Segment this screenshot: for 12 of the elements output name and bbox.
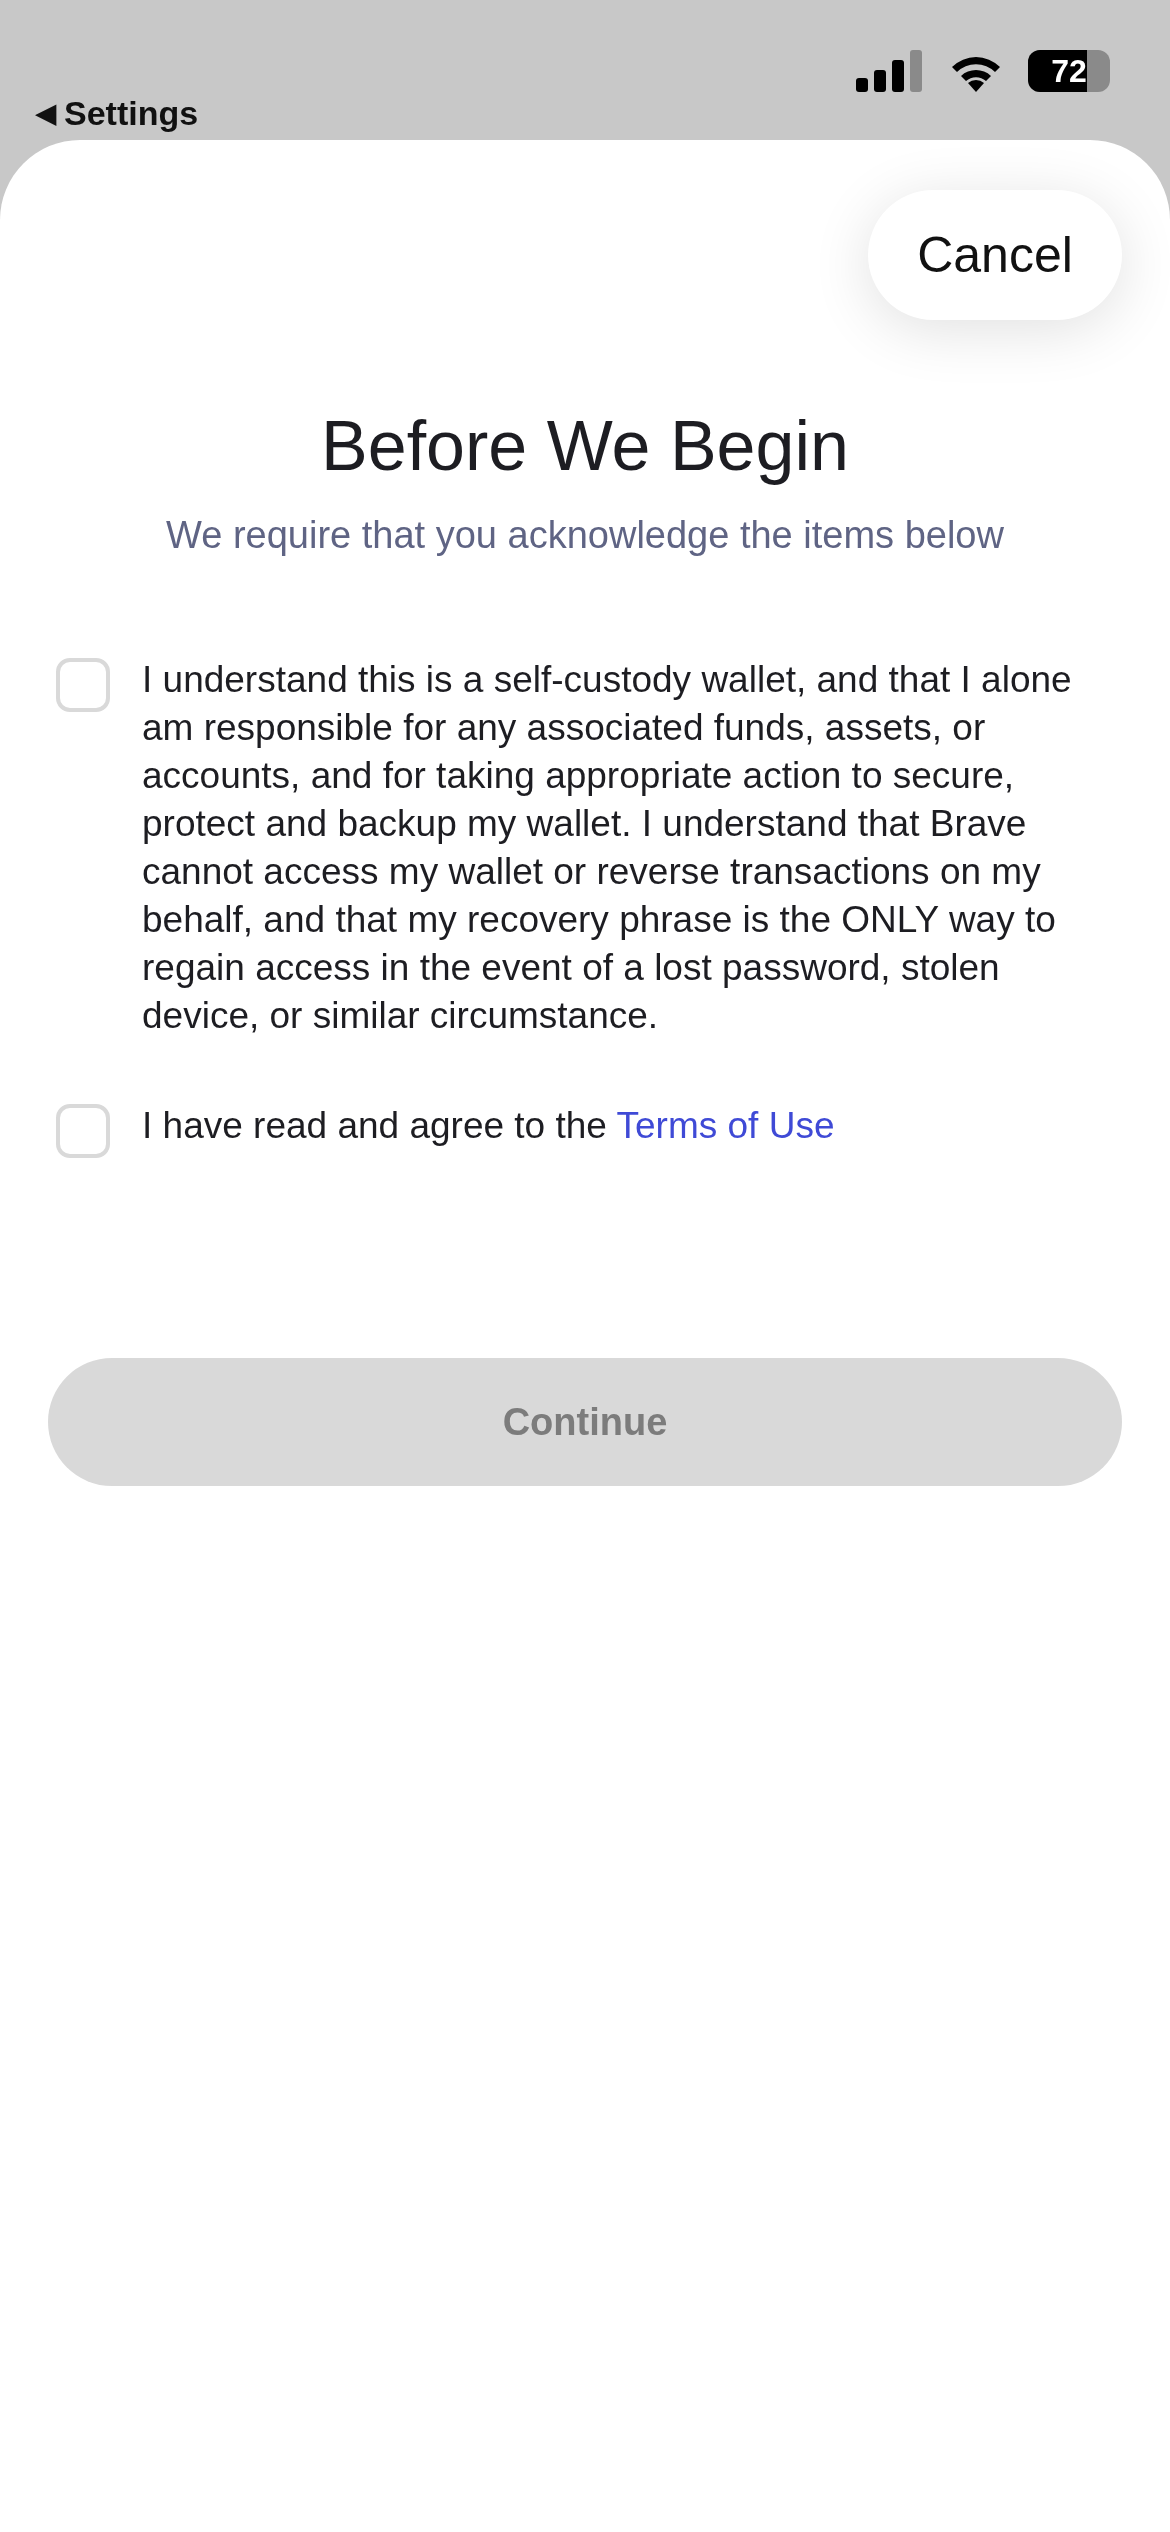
checkbox[interactable] xyxy=(56,658,110,712)
back-icon[interactable]: ◀ xyxy=(36,94,56,133)
subtitle: We require that you acknowledge the items below xyxy=(165,513,1005,558)
back-link[interactable]: Settings xyxy=(64,88,199,139)
checkbox[interactable] xyxy=(56,1104,110,1158)
battery-indicator: 72 xyxy=(1028,50,1110,92)
agreement-text: I understand this is a self-custody wallet, and that I alone am responsible for any associated funds, assets, or accounts, and for taking appropriate action to secure, protect and backup my wallet. I understand that Brave cannot access my wallet or reverse transactions on my behalf, and that my recovery phrase is the ONLY way to regain access in the event of a lost password, stolen device, or similar circumstance. xyxy=(142,658,1073,1038)
terms-link[interactable]: Terms of Use xyxy=(616,1105,835,1146)
signal-icon xyxy=(856,50,924,92)
cancel-button[interactable]: Cancel xyxy=(868,190,1122,320)
title: Before We Begin xyxy=(320,408,850,485)
agreement-text: I have read and agree to the Terms of Use xyxy=(142,1104,836,1148)
